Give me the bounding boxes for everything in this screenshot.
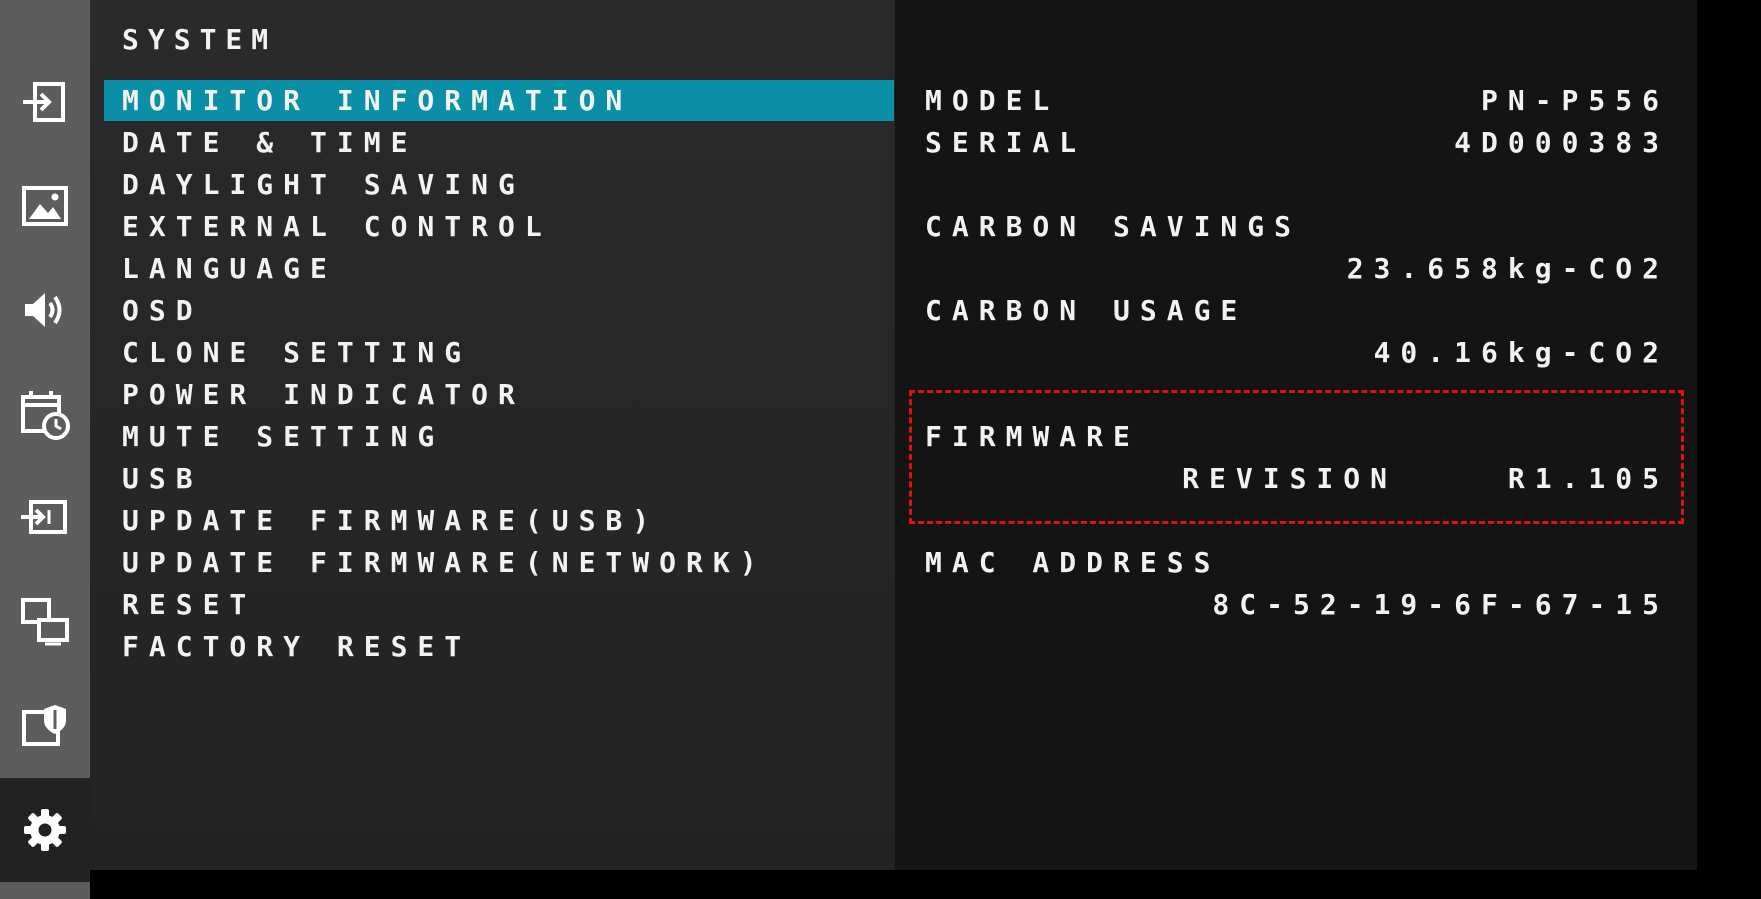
menu-item-update-firmware-usb[interactable]: UPDATE FIRMWARE(USB) xyxy=(104,500,894,541)
osd-screen: SYSTEM MONITOR INFORMATION DATE & TIME D… xyxy=(0,0,1761,899)
sidebar-item-system[interactable] xyxy=(0,778,90,882)
input-icon xyxy=(23,82,65,122)
protect-icon xyxy=(22,705,66,746)
carbon-savings-value: 23.658kg-CO2 xyxy=(1346,252,1669,285)
sidebar-item-audio[interactable] xyxy=(0,258,90,362)
menu-item-power-indicator[interactable]: POWER INDICATOR xyxy=(104,374,894,415)
sidebar-item-multi-input[interactable] xyxy=(0,466,90,570)
revision-label: REVISION xyxy=(1182,462,1397,495)
sidebar-item-picture[interactable] xyxy=(0,154,90,258)
menu-item-osd[interactable]: OSD xyxy=(104,290,894,331)
menu-item-external-control[interactable]: EXTERNAL CONTROL xyxy=(104,206,894,247)
category-sidebar xyxy=(0,0,90,899)
menu-title: SYSTEM xyxy=(122,23,278,56)
carbon-usage-label: CARBON USAGE xyxy=(925,294,1248,327)
menu-item-mute-setting[interactable]: MUTE SETTING xyxy=(104,416,894,457)
carbon-savings-label: CARBON SAVINGS xyxy=(925,210,1302,243)
firmware-label: FIRMWARE xyxy=(925,420,1140,453)
menu-item-monitor-information[interactable]: MONITOR INFORMATION xyxy=(104,80,894,121)
menu-item-update-firmware-network[interactable]: UPDATE FIRMWARE(NETWORK) xyxy=(104,542,894,583)
monitor-information-panel: MODEL PN-P556 SERIAL 4D000383 CARBON SAV… xyxy=(895,0,1697,870)
menu-item-clone-setting[interactable]: CLONE SETTING xyxy=(104,332,894,373)
sidebar-item-schedule[interactable] xyxy=(0,362,90,466)
revision-value: R1.105 xyxy=(1507,462,1669,495)
model-label: MODEL xyxy=(925,84,1060,117)
carbon-usage-value: 40.16kg-CO2 xyxy=(1373,336,1669,369)
model-value: PN-P556 xyxy=(1480,84,1669,117)
schedule-icon xyxy=(21,391,70,440)
menu-item-factory-reset[interactable]: FACTORY RESET xyxy=(104,626,894,667)
mac-address-value: 8C-52-19-6F-67-15 xyxy=(1212,588,1669,621)
system-menu-panel: SYSTEM MONITOR INFORMATION DATE & TIME D… xyxy=(90,0,895,870)
menu-item-language[interactable]: LANGUAGE xyxy=(104,248,894,289)
serial-value: 4D000383 xyxy=(1454,126,1669,159)
sidebar-item-multi-display[interactable] xyxy=(0,570,90,674)
audio-icon xyxy=(25,293,62,327)
menu-item-date-time[interactable]: DATE & TIME xyxy=(104,122,894,163)
menu-item-daylight-saving[interactable]: DAYLIGHT SAVING xyxy=(104,164,894,205)
multi-display-icon xyxy=(21,598,69,646)
menu-item-usb[interactable]: USB xyxy=(104,458,894,499)
picture-icon xyxy=(22,186,68,226)
firmware-highlight-box xyxy=(909,390,1684,524)
gear-icon xyxy=(24,809,66,851)
sidebar-item-protect[interactable] xyxy=(0,674,90,778)
menu-item-reset[interactable]: RESET xyxy=(104,584,894,625)
serial-label: SERIAL xyxy=(925,126,1087,159)
multi-input-icon xyxy=(21,500,67,534)
mac-address-label: MAC ADDRESS xyxy=(925,546,1221,579)
sidebar-item-input[interactable] xyxy=(0,50,90,154)
